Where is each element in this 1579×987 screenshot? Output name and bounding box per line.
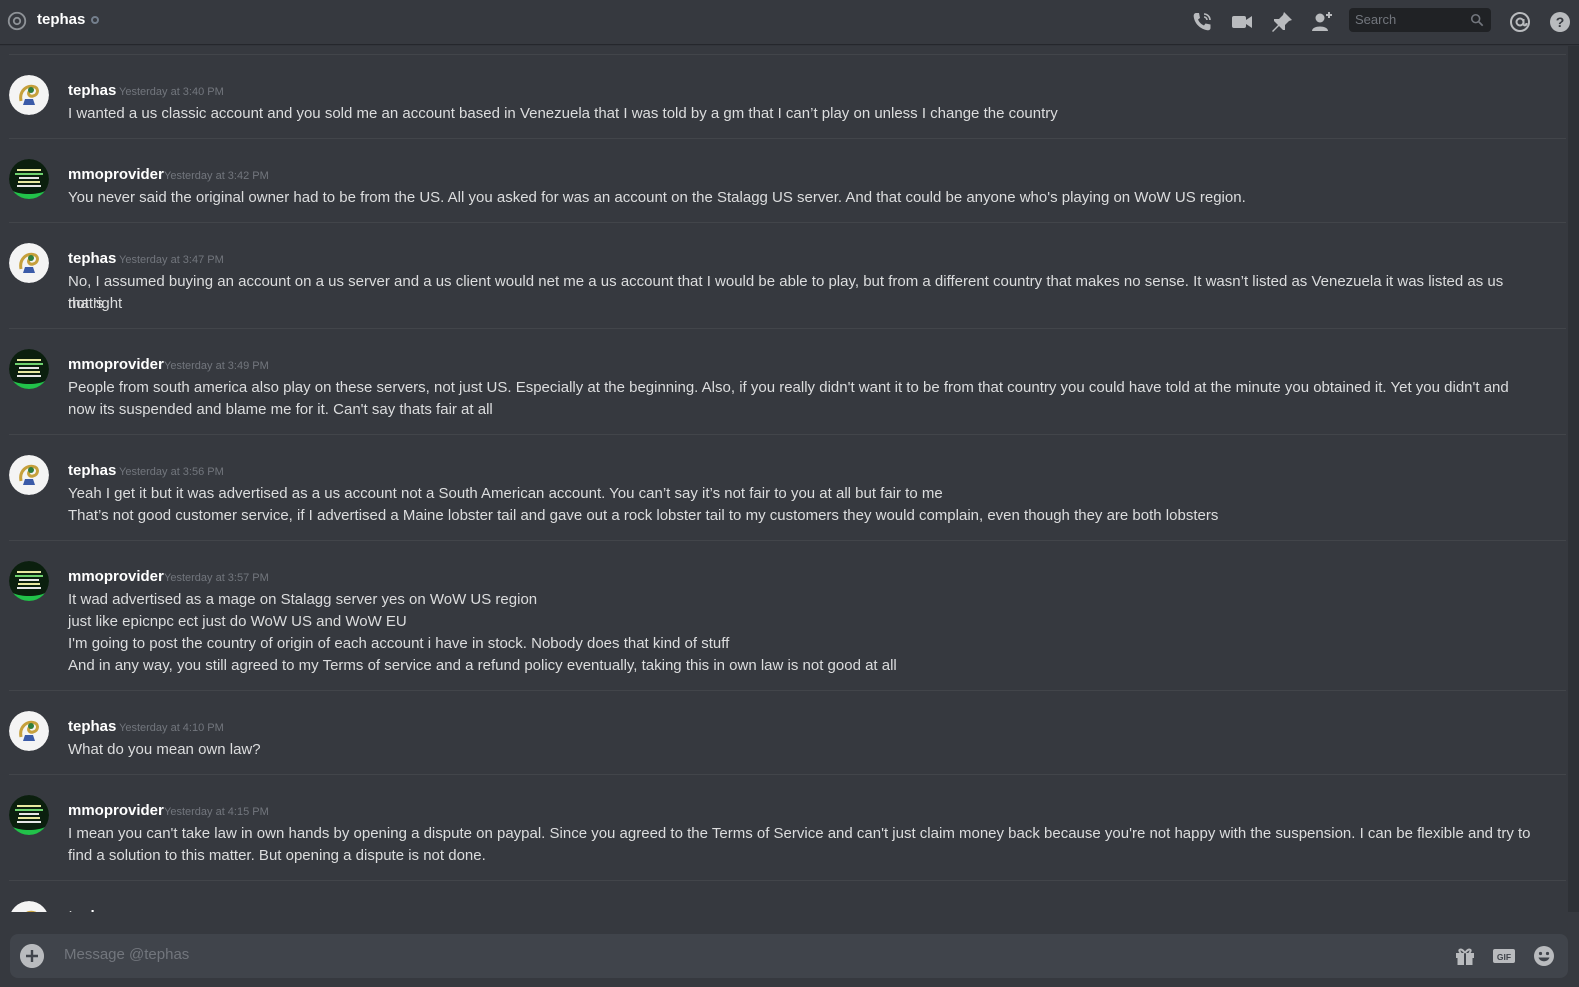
avatar[interactable]	[9, 561, 49, 601]
avatar[interactable]	[9, 795, 49, 835]
message-author[interactable]: tephas	[68, 908, 116, 912]
avatar[interactable]	[9, 349, 49, 389]
message-text: I'm going to post the country of origin …	[68, 635, 730, 652]
message-text: now its suspended and blame me for it. C…	[68, 401, 493, 418]
message-group: tephas Yesterday at 3:40 PM I wanted a us …	[9, 54, 1566, 145]
message-author[interactable]: tephas	[68, 82, 116, 99]
message-author[interactable]: tephas	[68, 462, 116, 479]
message-text: find a solution to this matter. But open…	[68, 847, 486, 864]
message-group: tephasYesterday at 4:16 PM	[9, 880, 1566, 912]
message-text: just like epicnpc ect just do WoW US and…	[68, 613, 407, 630]
channel-title: tephas	[37, 11, 86, 28]
message-text: I wanted a us classic account and you so…	[68, 105, 1058, 122]
message-group: mmoprovider Yesterday at 4:15 PM I mean yo…	[9, 774, 1566, 887]
message-group: mmoprovider Yesterday at 3:57 PM It wad ad…	[9, 540, 1566, 697]
message-timestamp: Yesterday at 4:10 PM	[119, 722, 224, 734]
gif-icon[interactable]: GIF	[1492, 944, 1516, 968]
pin-icon[interactable]	[1270, 10, 1294, 34]
help-icon[interactable]: ?	[1548, 10, 1572, 34]
avatar[interactable]	[9, 243, 49, 283]
status-indicator	[91, 16, 99, 24]
message-author[interactable]: mmoprovider	[68, 356, 164, 373]
avatar[interactable]	[9, 75, 49, 115]
message-input[interactable]: Message @tephas	[64, 946, 189, 963]
message-text: Yeah I get it but it was advertised as a…	[68, 485, 943, 502]
message-timestamp: Yesterday at 3:57 PM	[164, 572, 269, 584]
message-text: not right	[68, 295, 123, 312]
add-friend-icon[interactable]	[1310, 10, 1334, 34]
gift-icon[interactable]	[1453, 944, 1477, 968]
at-sign-icon	[7, 11, 27, 31]
search-input[interactable]: Search	[1349, 8, 1491, 32]
avatar[interactable]	[9, 901, 49, 912]
message-timestamp: Yesterday at 3:47 PM	[119, 254, 224, 266]
add-attachment-icon[interactable]	[20, 944, 44, 968]
search-icon	[1470, 13, 1484, 27]
emoji-icon[interactable]	[1532, 944, 1556, 968]
message-author[interactable]: mmoprovider	[68, 166, 164, 183]
message-timestamp: Yesterday at 4:15 PM	[164, 806, 269, 818]
message-text: You never said the original owner had to…	[68, 189, 1246, 206]
message-text: What do you mean own law?	[68, 741, 261, 758]
message-text: It wad advertised as a mage on Stalagg s…	[68, 591, 538, 608]
message-group: tephas Yesterday at 3:56 PM Yeah I get it …	[9, 434, 1566, 547]
avatar[interactable]	[9, 159, 49, 199]
message-group: mmoprovider Yesterday at 3:42 PM You never…	[9, 138, 1566, 229]
message-timestamp: Yesterday at 3:40 PM	[119, 86, 224, 98]
svg-text:GIF: GIF	[1497, 952, 1511, 962]
message-author[interactable]: tephas	[68, 250, 116, 267]
message-timestamp: Yesterday at 3:42 PM	[164, 170, 269, 182]
channel-header: tephas Search ?	[0, 0, 1579, 44]
search-placeholder: Search	[1355, 12, 1397, 27]
svg-text:?: ?	[1556, 14, 1565, 30]
scrollbar[interactable]	[1568, 46, 1579, 912]
message-timestamp: Yesterday at 3:56 PM	[119, 466, 224, 478]
message-group: tephas Yesterday at 3:47 PM No, I assumed …	[9, 222, 1566, 335]
message-author[interactable]: tephas	[68, 718, 116, 735]
message-text: And in any way, you still agreed to my T…	[68, 657, 897, 674]
avatar[interactable]	[9, 455, 49, 495]
message-timestamp: Yesterday at 3:49 PM	[164, 360, 269, 372]
message-author[interactable]: mmoprovider	[68, 568, 164, 585]
message-text: People from south america also play on t…	[68, 379, 1509, 396]
message-author[interactable]: mmoprovider	[68, 802, 164, 819]
message-text: I mean you can't take law in own hands b…	[68, 825, 1531, 842]
mentions-icon[interactable]	[1508, 10, 1532, 34]
call-icon[interactable]	[1190, 10, 1214, 34]
message-list[interactable]: tephas Yesterday at 3:40 PM I wanted a us …	[0, 46, 1568, 912]
message-composer[interactable]: Message @tephas GIF	[10, 934, 1568, 978]
message-group: mmoprovider Yesterday at 3:49 PM People fr…	[9, 328, 1566, 441]
message-text: That’s not good customer service, if I a…	[68, 507, 1219, 524]
video-call-icon[interactable]	[1230, 10, 1254, 34]
message-group: tephas Yesterday at 4:10 PM What do you me…	[9, 690, 1566, 781]
avatar[interactable]	[9, 711, 49, 751]
